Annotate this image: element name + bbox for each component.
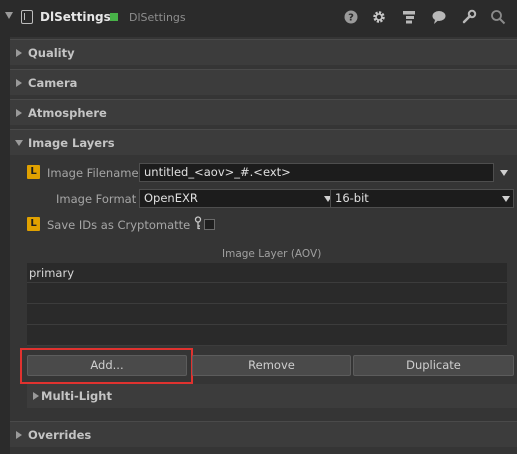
image-format-value: OpenEXR: [144, 191, 198, 205]
cryptomatte-checkbox[interactable]: [204, 219, 215, 230]
section-label: Camera: [28, 76, 78, 90]
status-indicator: [110, 13, 118, 21]
add-layer-button[interactable]: Add...: [27, 355, 187, 376]
hierarchy-icon[interactable]: [401, 9, 417, 25]
collapse-chevron-icon[interactable]: [5, 12, 13, 19]
node-icon: [21, 10, 33, 24]
cryptomatte-label: Save IDs as Cryptomatte: [47, 218, 191, 232]
aov-list-header: Image Layer (AOV): [222, 248, 322, 260]
key-icon: [194, 216, 202, 230]
node-type: DlSettings: [129, 11, 186, 24]
expand-arrow-icon: [16, 431, 22, 439]
section-label: Quality: [28, 46, 75, 60]
settings-panel: Quality Camera Atmosphere Image Layers L…: [10, 37, 517, 454]
image-filename-input[interactable]: untitled_<aov>_#.<ext>: [139, 163, 494, 182]
image-filename-label: Image Filename: [47, 166, 139, 180]
section-overrides[interactable]: Overrides: [10, 421, 517, 447]
remove-layer-button[interactable]: Remove: [192, 355, 351, 376]
section-label: Image Layers: [28, 136, 115, 150]
section-quality[interactable]: Quality: [10, 39, 517, 65]
list-item[interactable]: primary: [27, 263, 507, 283]
list-item[interactable]: [27, 284, 507, 304]
image-format-select[interactable]: OpenEXR: [139, 189, 336, 208]
collapse-arrow-icon: [15, 140, 23, 146]
bit-depth-value: 16-bit: [335, 191, 369, 205]
image-format-label: Image Format: [56, 192, 137, 206]
svg-text:?: ?: [348, 13, 354, 24]
node-header: DlSettings DlSettings ?: [0, 0, 517, 36]
expand-arrow-icon: [16, 49, 22, 57]
section-atmosphere[interactable]: Atmosphere: [10, 99, 517, 125]
bit-depth-select[interactable]: 16-bit: [330, 189, 514, 208]
section-image-layers[interactable]: Image Layers: [10, 129, 517, 155]
comment-icon[interactable]: [431, 9, 447, 25]
expand-arrow-icon: [33, 392, 39, 400]
node-name: DlSettings: [40, 10, 111, 24]
section-label: Atmosphere: [28, 106, 107, 120]
expand-arrow-icon: [16, 109, 22, 117]
expand-arrow-icon: [16, 79, 22, 87]
link-badge-icon[interactable]: L: [27, 165, 40, 179]
link-badge-icon[interactable]: L: [27, 217, 40, 231]
wrench-icon[interactable]: [461, 9, 477, 25]
duplicate-layer-button[interactable]: Duplicate: [353, 355, 514, 376]
section-label: Overrides: [28, 428, 92, 442]
help-icon[interactable]: ?: [343, 9, 359, 25]
search-icon[interactable]: [490, 9, 506, 25]
section-camera[interactable]: Camera: [10, 69, 517, 95]
dropdown-arrow-icon: [499, 190, 513, 207]
filename-menu-icon[interactable]: [500, 170, 508, 176]
list-item[interactable]: [27, 305, 507, 325]
settings-gear-icon[interactable]: [371, 9, 387, 25]
section-multi-light[interactable]: Multi-Light: [27, 384, 517, 408]
list-item[interactable]: [27, 326, 507, 346]
section-label: Multi-Light: [41, 389, 112, 403]
aov-list[interactable]: primary: [27, 263, 507, 346]
